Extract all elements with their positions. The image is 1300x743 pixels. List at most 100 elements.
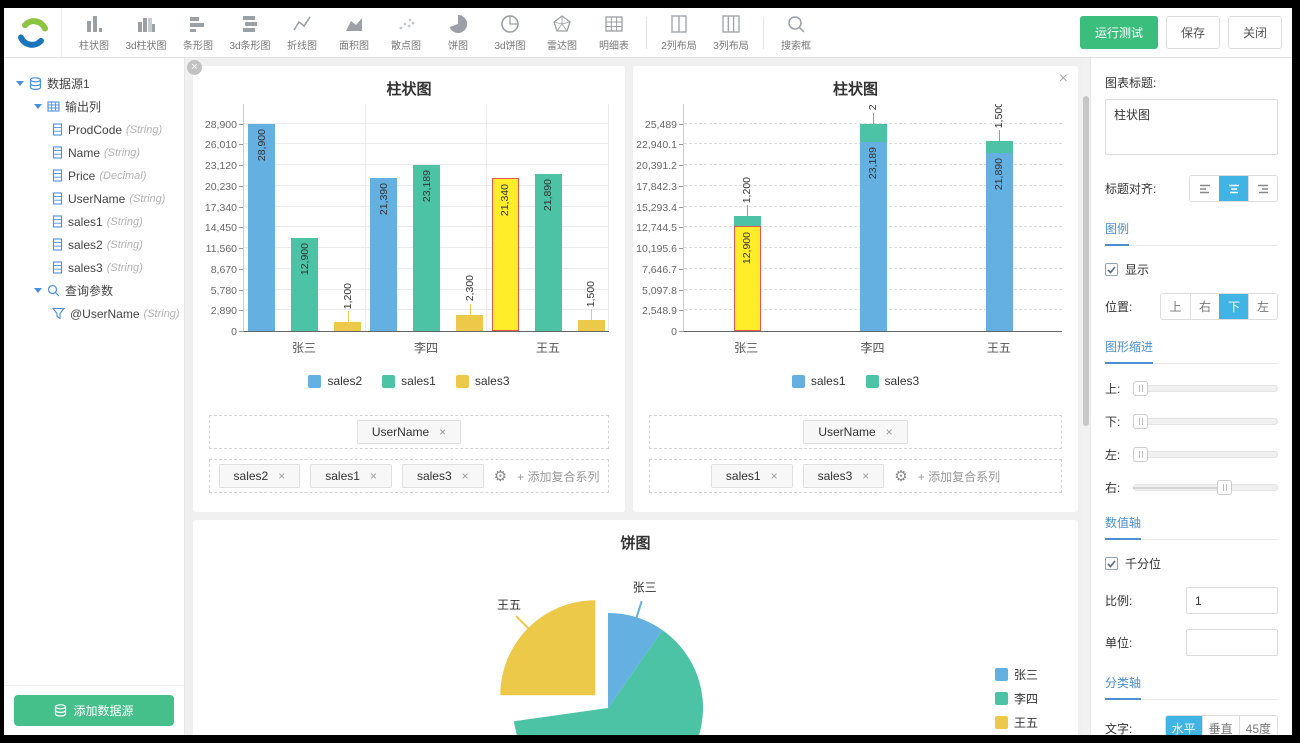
segment-sales3-王五[interactable]: [986, 141, 1013, 153]
segment-sales1-张三[interactable]: 12,900: [734, 226, 761, 331]
series-field-box[interactable]: sales1× sales3× ⚙ + 添加复合系列: [649, 459, 1062, 493]
tool-line[interactable]: 折线图: [276, 10, 328, 56]
tree-item-@username[interactable]: @UserName(String): [4, 302, 184, 325]
canvas-close-icon[interactable]: ×: [187, 60, 202, 75]
thousands-checkbox[interactable]: [1105, 557, 1118, 570]
bar-sales3-张三[interactable]: 1,200: [334, 322, 361, 331]
align-right-button[interactable]: [1248, 176, 1277, 201]
tree-item-price[interactable]: Price(Decimal): [4, 164, 184, 187]
tool-hbar3d[interactable]: 3d条形图: [224, 10, 276, 56]
bar-sales1-李四[interactable]: 23,189: [413, 165, 440, 331]
add-datasource-button[interactable]: 添加数据源: [14, 695, 174, 726]
indent-slider-1[interactable]: [1133, 414, 1278, 429]
legend-pos-左-button[interactable]: 左: [1248, 294, 1277, 319]
axis-text-45度-button[interactable]: 45度: [1239, 716, 1277, 735]
legend-pos-右-button[interactable]: 右: [1190, 294, 1219, 319]
legend-item-李四[interactable]: 李四: [995, 690, 1038, 707]
legend-show-checkbox[interactable]: [1105, 263, 1118, 276]
unit-input[interactable]: [1186, 629, 1278, 656]
tree-item-sales1[interactable]: sales1(String): [4, 210, 184, 233]
axis-text-水平-button[interactable]: 水平: [1166, 716, 1202, 735]
indent-slider-2[interactable]: [1133, 447, 1278, 462]
tree-item-sales2[interactable]: sales2(String): [4, 233, 184, 256]
caret-down-icon[interactable]: [34, 104, 42, 109]
bar-sales3-王五[interactable]: 1,500: [578, 320, 605, 331]
remove-tag-icon[interactable]: ×: [462, 469, 469, 483]
add-series-button[interactable]: + 添加复合系列: [517, 468, 599, 485]
tool-area[interactable]: 面积图: [328, 10, 380, 56]
tree-item-输出列[interactable]: 输出列: [4, 95, 184, 118]
ratio-input[interactable]: [1186, 587, 1278, 614]
stacked-bar-张三[interactable]: 12,9001,200: [734, 216, 761, 331]
field-tag-sales3[interactable]: sales3×: [402, 464, 484, 488]
legend-item-sales1[interactable]: sales1: [382, 373, 436, 389]
bar-sales1-王五[interactable]: 21,890: [535, 174, 562, 331]
run-test-button[interactable]: 运行测试: [1080, 16, 1158, 49]
tool-bar[interactable]: 柱状图: [68, 10, 120, 56]
bar-sales2-张三[interactable]: 28,900: [248, 124, 275, 331]
tree-item-sales3[interactable]: sales3(String): [4, 256, 184, 279]
segment-sales1-王五[interactable]: 21,890: [986, 153, 1013, 331]
legend-item-王五[interactable]: 王五: [995, 714, 1038, 731]
slider-handle[interactable]: [1217, 480, 1232, 495]
segment-sales3-李四[interactable]: [860, 124, 887, 143]
remove-tag-icon[interactable]: ×: [862, 469, 869, 483]
stacked-bar-李四[interactable]: 23,1892,300: [860, 124, 887, 331]
field-tag-sales2[interactable]: sales2×: [219, 464, 301, 488]
tool-table[interactable]: 明细表: [588, 10, 640, 56]
remove-tag-icon[interactable]: ×: [278, 469, 285, 483]
stacked-bar-王五[interactable]: 21,8901,500: [986, 141, 1013, 331]
legend-item-sales1[interactable]: sales1: [792, 373, 846, 389]
add-series-button[interactable]: + 添加复合系列: [918, 468, 1000, 485]
tool-scatter[interactable]: 散点图: [380, 10, 432, 56]
caret-down-icon[interactable]: [16, 81, 24, 86]
series-field-box[interactable]: sales2× sales1× sales3× ⚙ + 添加复合系列: [209, 459, 609, 493]
bar-sales3-李四[interactable]: 2,300: [456, 315, 483, 331]
category-field-box[interactable]: UserName×: [649, 415, 1062, 449]
tree-item-查询参数[interactable]: 查询参数: [4, 279, 184, 302]
caret-down-icon[interactable]: [34, 288, 42, 293]
field-tag-sales1[interactable]: sales1×: [310, 464, 392, 488]
field-tag-sales3[interactable]: sales3×: [803, 464, 885, 488]
tool-hbar[interactable]: 条形图: [172, 10, 224, 56]
segment-sales1-李四[interactable]: 23,189: [860, 142, 887, 331]
tool-pie3d[interactable]: 3d饼图: [484, 10, 536, 56]
tree-item-username[interactable]: UserName(String): [4, 187, 184, 210]
series-settings-gear-icon[interactable]: ⚙: [894, 467, 907, 485]
chart-close-icon[interactable]: ×: [1059, 70, 1068, 88]
tool-bar3d[interactable]: 3d柱状图: [120, 10, 172, 56]
canvas-scrollbar[interactable]: [1082, 58, 1090, 735]
segment-sales3-张三[interactable]: [734, 216, 761, 226]
legend-item-sales2[interactable]: sales2: [308, 373, 362, 389]
align-left-button[interactable]: [1190, 176, 1219, 201]
slider-handle[interactable]: [1133, 447, 1148, 462]
series-settings-gear-icon[interactable]: ⚙: [494, 467, 507, 485]
bar-sales2-李四[interactable]: 21,390: [370, 178, 397, 331]
legend-item-sales3[interactable]: sales3: [866, 373, 920, 389]
scrollbar-thumb[interactable]: [1083, 96, 1089, 426]
legend-item-sales3[interactable]: sales3: [456, 373, 510, 389]
field-tag-sales1[interactable]: sales1×: [711, 464, 793, 488]
tree-item-prodcode[interactable]: ProdCode(String): [4, 118, 184, 141]
tool-layout3[interactable]: 3列布局: [705, 10, 757, 56]
tree-item-数据源1[interactable]: 数据源1: [4, 72, 184, 95]
slider-handle[interactable]: [1133, 381, 1148, 396]
category-field-box[interactable]: UserName×: [209, 415, 609, 449]
tool-radar[interactable]: 雷达图: [536, 10, 588, 56]
indent-slider-3[interactable]: [1133, 480, 1278, 495]
legend-pos-上-button[interactable]: 上: [1161, 294, 1190, 319]
indent-slider-0[interactable]: [1133, 381, 1278, 396]
save-button[interactable]: 保存: [1166, 16, 1220, 49]
chart-title-input[interactable]: [1105, 99, 1278, 155]
remove-tag-icon[interactable]: ×: [370, 469, 377, 483]
bar-sales2-王五[interactable]: 21,340: [492, 178, 519, 331]
legend-item-张三[interactable]: 张三: [995, 666, 1038, 683]
tool-layout2[interactable]: 2列布局: [653, 10, 705, 56]
remove-tag-icon[interactable]: ×: [771, 469, 778, 483]
align-center-button[interactable]: [1219, 176, 1248, 201]
close-button[interactable]: 关闭: [1228, 16, 1282, 49]
tool-pie[interactable]: 饼图: [432, 10, 484, 56]
legend-pos-下-button[interactable]: 下: [1219, 294, 1248, 319]
field-tag-UserName[interactable]: UserName×: [357, 420, 461, 444]
remove-tag-icon[interactable]: ×: [886, 425, 893, 439]
